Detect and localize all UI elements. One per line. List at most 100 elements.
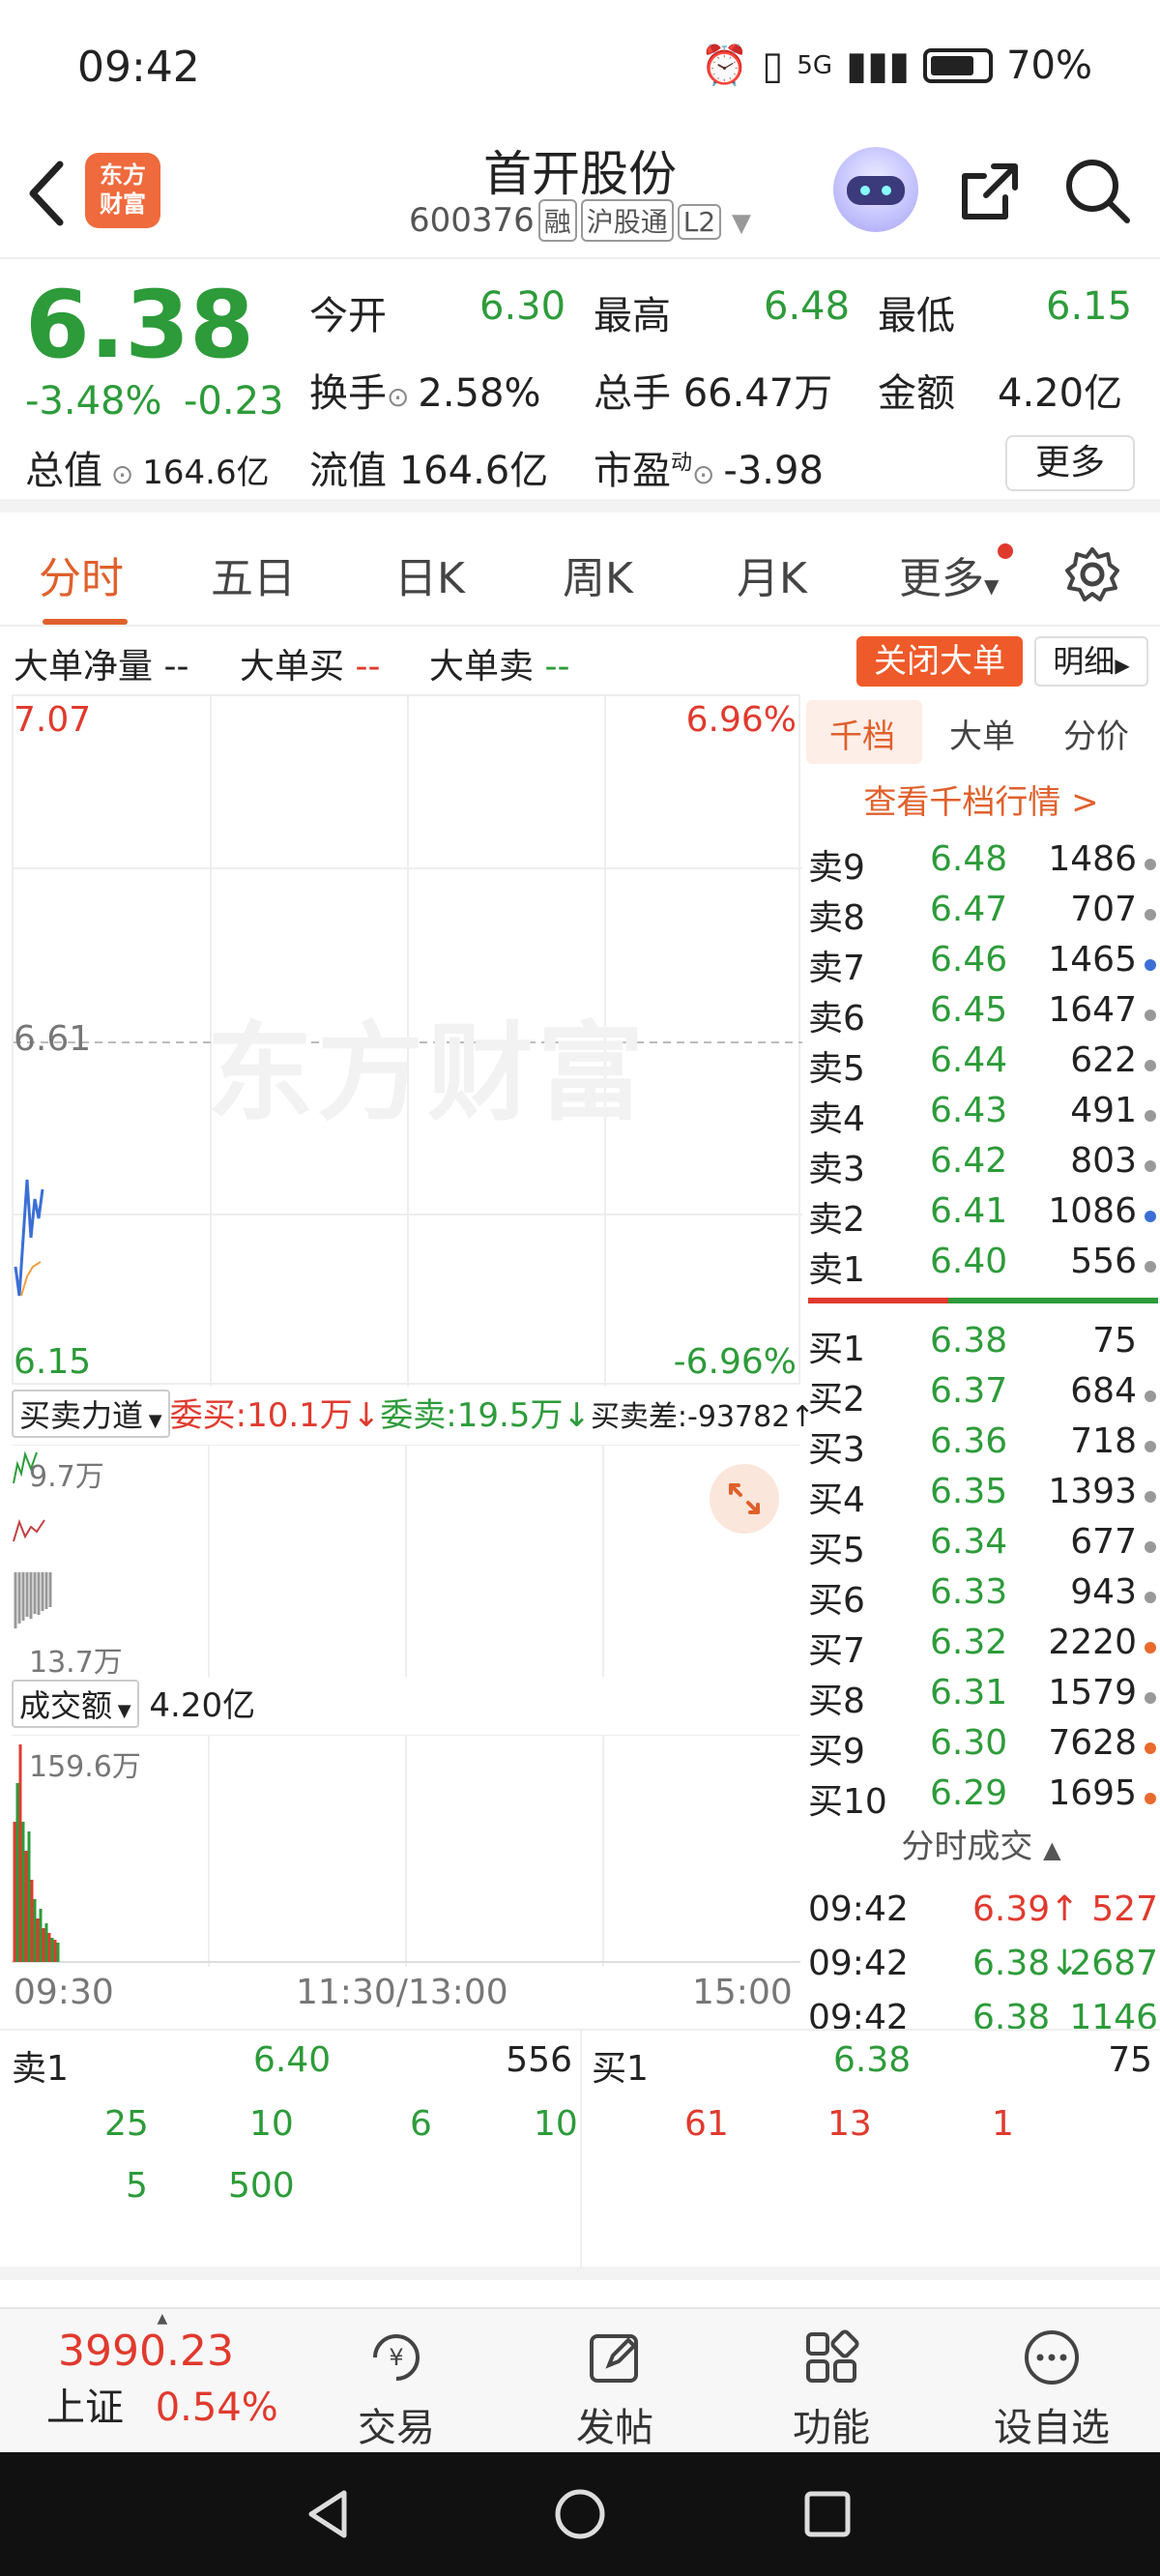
chevron-down-icon[interactable]: ▼ bbox=[732, 209, 751, 238]
trade-time: 09:42 bbox=[808, 1944, 909, 1983]
high-label: 最高 bbox=[594, 294, 671, 338]
bid-level-label: 买7 bbox=[808, 1631, 865, 1671]
nav-add-watchlist[interactable]: 设自选 bbox=[984, 2327, 1119, 2452]
ask-level-label: 卖2 bbox=[808, 1200, 865, 1240]
time-start: 09:30 bbox=[14, 1973, 114, 2012]
bid-row[interactable]: 买9 6.30 7628 bbox=[808, 1723, 1158, 1773]
tab-weekly-k[interactable]: 周K bbox=[563, 543, 633, 605]
system-back-icon[interactable] bbox=[300, 2485, 358, 2543]
bid-level-label: 买9 bbox=[808, 1732, 865, 1771]
volume-dropdown[interactable]: 成交额 ▼ bbox=[12, 1680, 139, 1728]
sell-queue-item: 6 bbox=[410, 2104, 432, 2144]
bid-row[interactable]: 买1 6.38 75 bbox=[808, 1321, 1158, 1371]
ask-flag-dot bbox=[1145, 909, 1156, 921]
ask-volume: 491 bbox=[1070, 1091, 1137, 1130]
ask-row[interactable]: 卖8 6.47 707 bbox=[808, 890, 1158, 940]
ask-row[interactable]: 卖3 6.42 803 bbox=[808, 1141, 1158, 1191]
ask-price: 6.44 bbox=[930, 1040, 1008, 1080]
bid-level-label: 买1 bbox=[808, 1330, 865, 1369]
time-end: 15:00 bbox=[692, 1973, 793, 2012]
volume: 总手 66.47万 bbox=[594, 362, 832, 418]
chart-top-price: 7.07 bbox=[14, 700, 92, 740]
ask-level-label: 卖8 bbox=[808, 898, 865, 938]
ask-volume: 556 bbox=[1070, 1242, 1137, 1281]
caret-down-icon: ▼ bbox=[984, 574, 1000, 598]
system-recents-icon[interactable] bbox=[798, 2485, 856, 2543]
tab-depth[interactable]: 千档 bbox=[829, 710, 895, 757]
big-order-buy-label: 大单买 bbox=[240, 647, 345, 687]
bid-value: 10.1万 bbox=[246, 1396, 353, 1435]
ask-row[interactable]: 卖9 6.48 1486 bbox=[808, 839, 1158, 890]
bid-price: 6.38 bbox=[930, 1321, 1008, 1361]
ask-flag-dot bbox=[1145, 959, 1156, 971]
close-big-order-button[interactable]: 关闭大单 bbox=[856, 636, 1023, 687]
ask-level-label: 卖4 bbox=[808, 1099, 865, 1139]
detail-button[interactable]: 明细▶ bbox=[1034, 636, 1148, 687]
nav-post[interactable]: 发帖 bbox=[547, 2327, 682, 2452]
status-time: 09:42 bbox=[77, 43, 200, 92]
bid-volume: 2220 bbox=[1048, 1623, 1137, 1662]
volume-scale: 159.6万 bbox=[29, 1750, 141, 1784]
trade-row: 09:42 6.39↑ 527 bbox=[808, 1889, 1158, 1940]
ask-row[interactable]: 卖5 6.44 622 bbox=[808, 1040, 1158, 1091]
settings-gear-icon[interactable] bbox=[1063, 545, 1121, 614]
bid-price: 6.32 bbox=[930, 1623, 1008, 1662]
share-icon[interactable] bbox=[951, 153, 1029, 230]
depth-link[interactable]: 查看千档行情 > bbox=[802, 776, 1160, 823]
index-ticker[interactable]: ▲ 3990.23 上证 0.54% bbox=[46, 2311, 278, 2432]
info-icon[interactable]: ⊙ bbox=[102, 458, 142, 490]
tab-monthly-k[interactable]: 月K bbox=[737, 543, 807, 605]
info-icon[interactable]: ⊙ bbox=[387, 381, 418, 413]
bid-volume: 7628 bbox=[1048, 1723, 1137, 1763]
bid-flag-dot bbox=[1145, 1390, 1156, 1402]
ask-row[interactable]: 卖6 6.45 1647 bbox=[808, 990, 1158, 1040]
bid-row[interactable]: 买6 6.33 943 bbox=[808, 1572, 1158, 1623]
bid-level-label: 买4 bbox=[808, 1480, 865, 1520]
bid-row[interactable]: 买8 6.31 1579 bbox=[808, 1673, 1158, 1723]
tag-level2: L2 bbox=[677, 204, 722, 240]
force-chart bbox=[12, 1445, 800, 1677]
assistant-robot-icon[interactable] bbox=[833, 147, 918, 232]
search-icon[interactable] bbox=[1059, 153, 1137, 230]
ask-row[interactable]: 卖7 6.46 1465 bbox=[808, 940, 1158, 990]
price-line bbox=[14, 1179, 44, 1297]
bid-flag-dot bbox=[1145, 1541, 1156, 1553]
tab-five-day[interactable]: 五日 bbox=[211, 543, 296, 605]
info-icon[interactable]: ⊙ bbox=[692, 458, 723, 490]
bid-total: 委买:10.1万↓ bbox=[169, 1396, 381, 1435]
chart-bottom-price: 6.15 bbox=[14, 1342, 92, 1382]
watermark: 东方财富 bbox=[207, 1011, 648, 1135]
bid-price: 6.33 bbox=[930, 1572, 1008, 1612]
bid-flag-dot bbox=[1145, 1692, 1156, 1704]
trades-header[interactable]: 分时成交 ▲ bbox=[802, 1820, 1160, 1878]
tab-more[interactable]: 更多▼ bbox=[899, 543, 999, 605]
stock-code: 600376 bbox=[408, 201, 535, 240]
nav-functions[interactable]: 功能 bbox=[764, 2327, 899, 2452]
force-dropdown[interactable]: 买卖力道 ▼ bbox=[12, 1390, 170, 1438]
nav-trade[interactable]: ¥ 交易 bbox=[329, 2327, 464, 2452]
bid-row[interactable]: 买5 6.34 677 bbox=[808, 1522, 1158, 1572]
ask-row[interactable]: 卖1 6.40 556 bbox=[808, 1242, 1158, 1292]
force-top-scale: 9.7万 bbox=[29, 1460, 104, 1494]
bid-row[interactable]: 买2 6.37 684 bbox=[808, 1371, 1158, 1421]
ask-row[interactable]: 卖4 6.43 491 bbox=[808, 1091, 1158, 1141]
svg-text:¥: ¥ bbox=[389, 2344, 403, 2371]
system-home-icon[interactable] bbox=[551, 2485, 609, 2543]
intraday-chart[interactable]: 东方财富 7.07 6.96% 6.61 6.15 -6.96% bbox=[12, 694, 802, 1387]
more-quote-button[interactable]: 更多 bbox=[1005, 435, 1135, 491]
tab-intraday[interactable]: 分时 bbox=[39, 543, 124, 605]
current-price: 6.38 bbox=[25, 271, 254, 379]
bid-row[interactable]: 买3 6.36 718 bbox=[808, 1421, 1158, 1472]
tab-daily-k[interactable]: 日K bbox=[394, 543, 465, 605]
bid-row[interactable]: 买7 6.32 2220 bbox=[808, 1623, 1158, 1673]
trade-price: 6.39↑ bbox=[972, 1889, 1079, 1929]
expand-icon[interactable] bbox=[710, 1464, 779, 1534]
tab-big-order[interactable]: 大单 bbox=[949, 710, 1015, 757]
market-cap: 总值 ⊙ 164.6亿 bbox=[25, 439, 270, 495]
bid-row[interactable]: 买4 6.35 1393 bbox=[808, 1472, 1158, 1522]
ask-row[interactable]: 卖2 6.41 1086 bbox=[808, 1191, 1158, 1242]
bid-row[interactable]: 买10 6.29 1695 bbox=[808, 1773, 1158, 1824]
bid-flag-dot bbox=[1145, 1793, 1156, 1804]
battery-percent: 70% bbox=[1006, 43, 1092, 88]
tab-price-dist[interactable]: 分价 bbox=[1063, 710, 1129, 757]
